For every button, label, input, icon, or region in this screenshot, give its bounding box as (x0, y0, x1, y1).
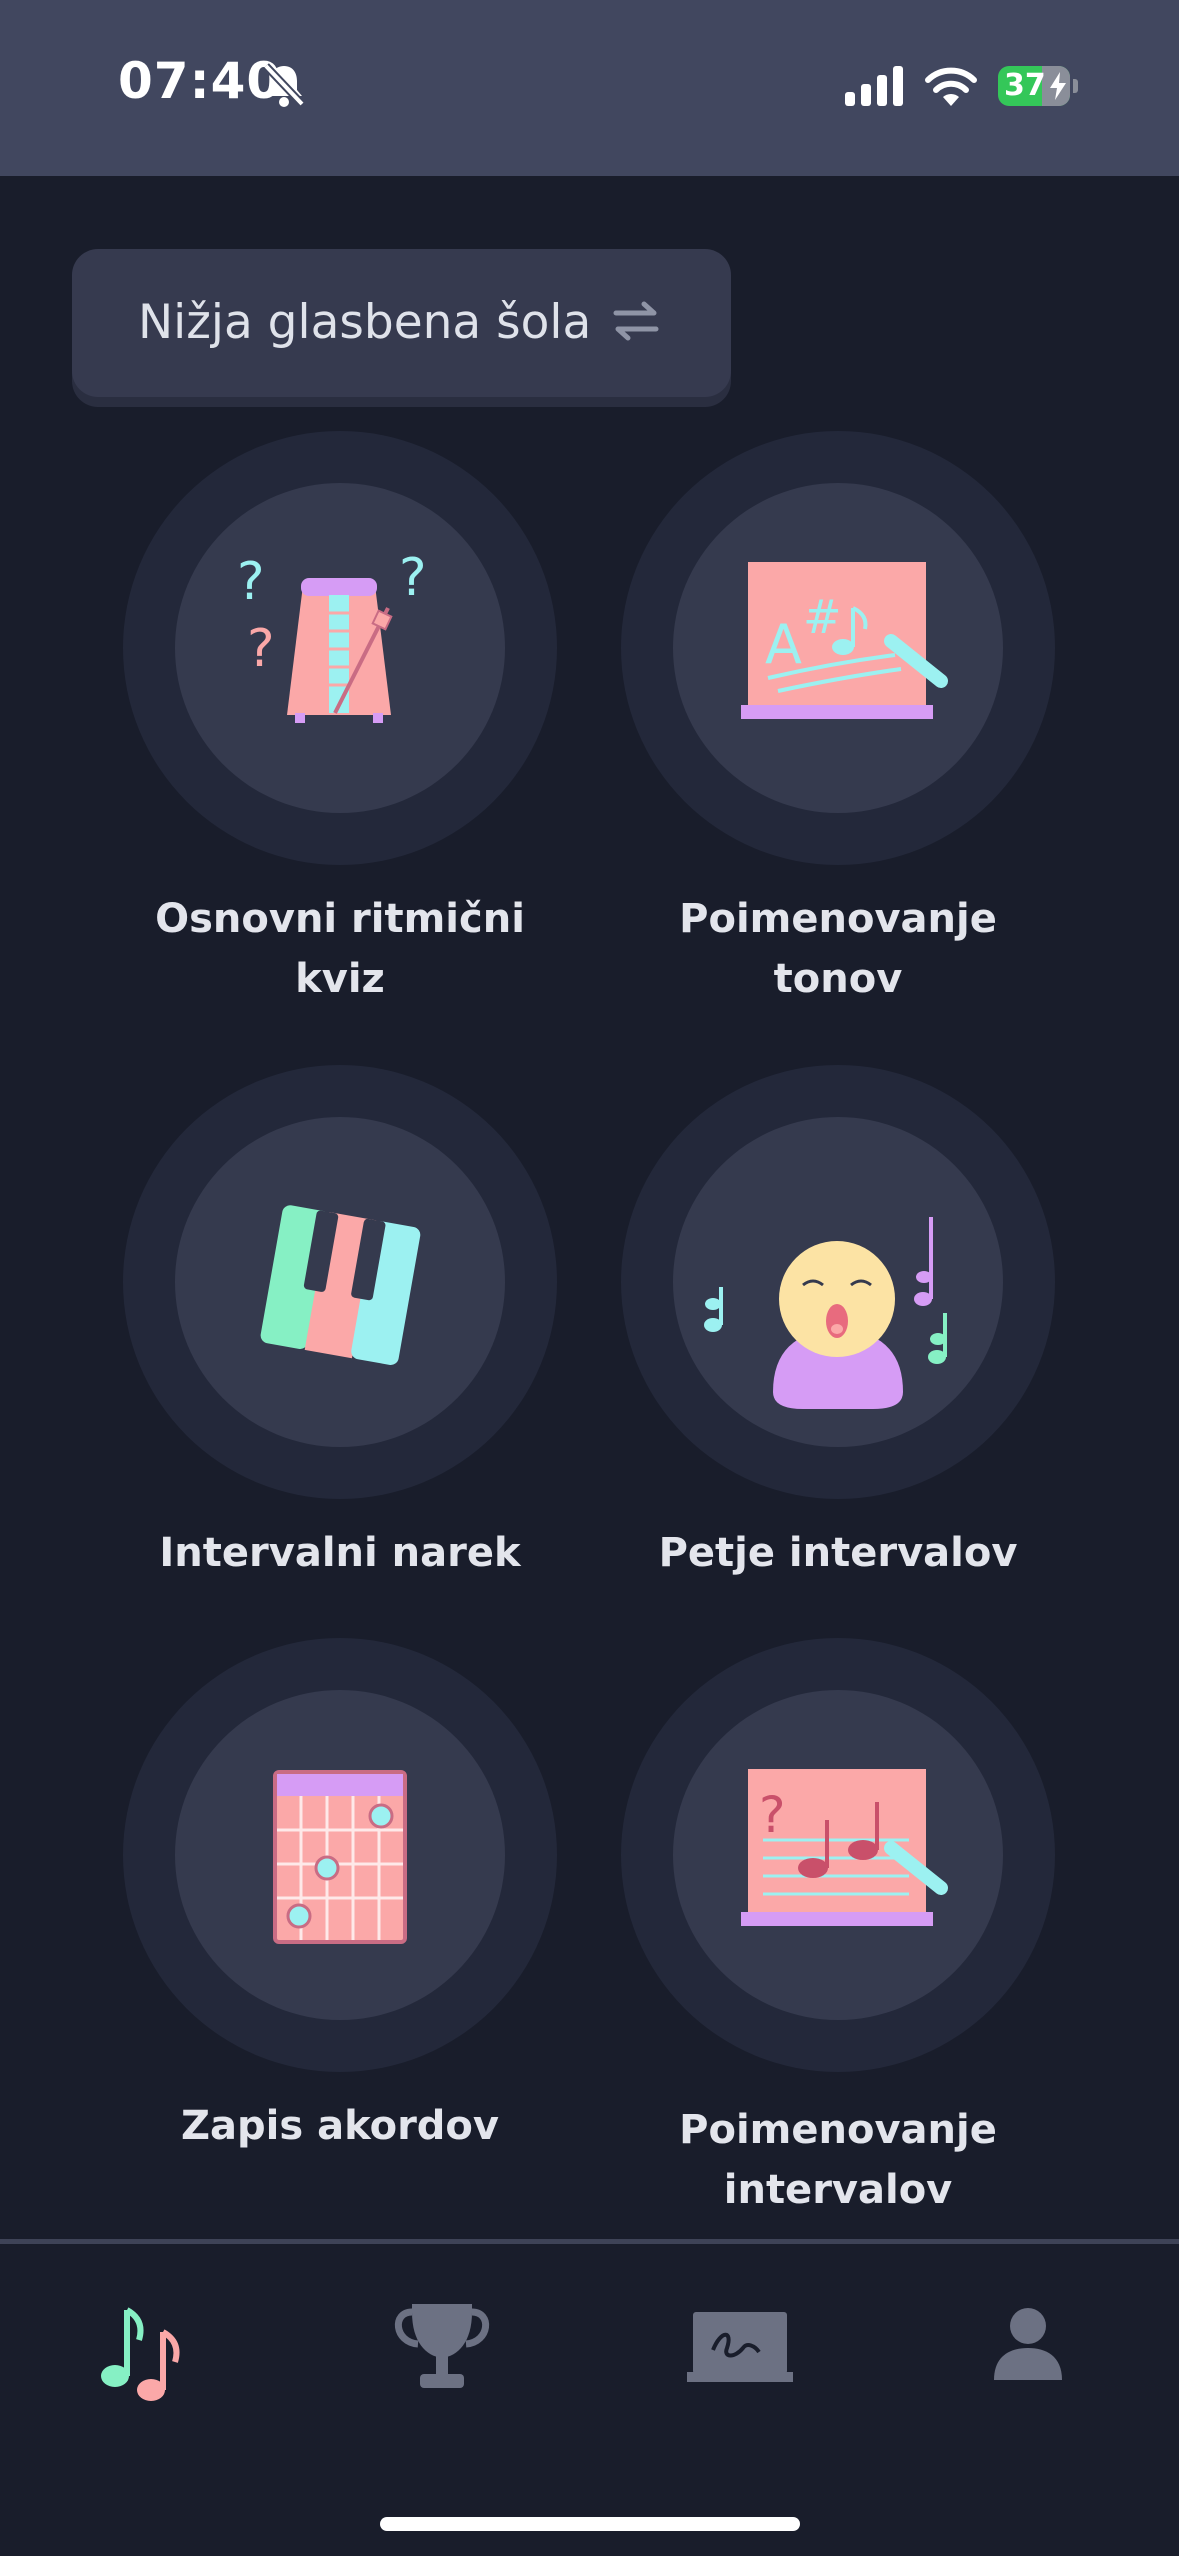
tile-label: Poimenovanje tonov (679, 896, 997, 1002)
singer-icon (704, 1217, 947, 1409)
tab-profile[interactable] (968, 2290, 1098, 2410)
chalkboard-intervals-icon: ? (741, 1769, 948, 1926)
tab-trophies[interactable] (382, 2290, 512, 2410)
wifi-icon (925, 67, 977, 106)
svg-text:?: ? (237, 552, 265, 612)
svg-text:?: ? (759, 1786, 786, 1844)
tab-practice[interactable] (87, 2290, 217, 2410)
svg-text:A: A (765, 613, 802, 676)
piano-keys-icon (260, 1205, 421, 1365)
svg-text:#: # (803, 590, 842, 644)
tile-label: Osnovni ritmični kviz (155, 896, 525, 1002)
svg-text:?: ? (399, 548, 427, 608)
blackboard-icon (687, 2312, 793, 2382)
swap-arrows-icon (613, 301, 659, 341)
trophy-icon (394, 2304, 490, 2388)
status-bar: 07:40 37 (0, 0, 1179, 176)
signal-icon (845, 66, 903, 106)
tile-label: Zapis akordov (181, 2103, 499, 2149)
tile-label: Poimenovanje intervalov (679, 2107, 997, 2213)
bell-slash-icon (263, 63, 305, 107)
tabbar-divider (0, 2239, 1179, 2244)
battery-charging-icon: 37 (998, 66, 1080, 106)
chord-chart-icon (273, 1770, 407, 1944)
metronome-icon: ? ? ? (237, 548, 427, 723)
school-level-selector[interactable]: Nižja glasbena šola (72, 249, 731, 397)
chalkboard-notes-icon: A # (741, 562, 948, 719)
tab-blackboard[interactable] (675, 2290, 805, 2410)
music-notes-icon (101, 2307, 180, 2401)
svg-text:?: ? (247, 619, 275, 679)
person-icon (994, 2308, 1062, 2380)
home-indicator (380, 2517, 800, 2531)
clock: 07:40 (118, 52, 283, 110)
school-level-label: Nižja glasbena šola (138, 295, 592, 350)
tile-label: Intervalni narek (159, 1530, 521, 1576)
tile-label: Petje intervalov (658, 1530, 1018, 1576)
